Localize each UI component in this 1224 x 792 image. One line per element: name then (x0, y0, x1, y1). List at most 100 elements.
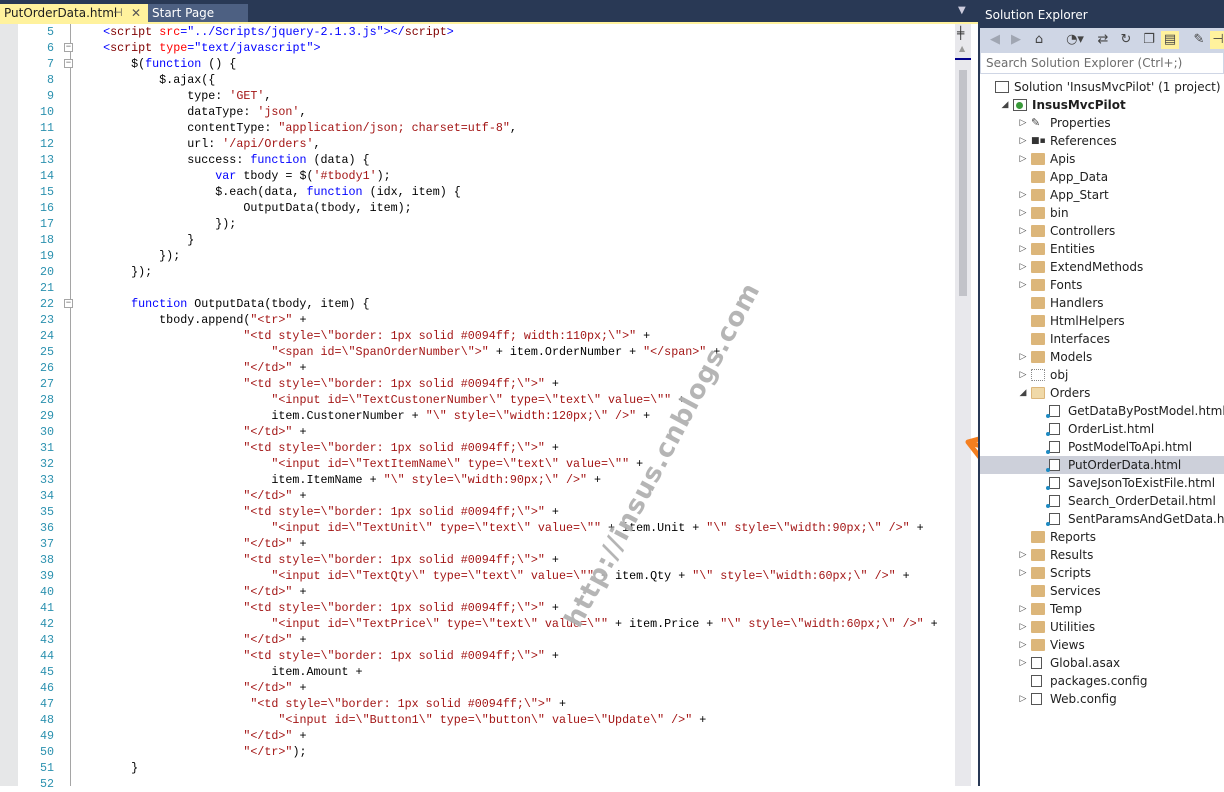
editor-vertical-scrollbar[interactable]: ╪ ▲ (955, 24, 971, 786)
line-number: 40 (39, 585, 54, 599)
tree-item[interactable]: GetDataByPostModel.html (980, 402, 1224, 420)
tree-item[interactable]: ▷ Utilities (980, 618, 1224, 636)
tree-item[interactable]: packages.config (980, 672, 1224, 690)
collapsed-arrow-icon[interactable]: ▷ (1017, 132, 1029, 150)
tree-item[interactable]: ▷ Web.config (980, 690, 1224, 708)
tree-item[interactable]: ▷ Fonts (980, 276, 1224, 294)
collapsed-arrow-icon[interactable]: ▷ (1017, 348, 1029, 366)
code-text: }); (75, 217, 237, 231)
tree-item[interactable]: ▷ Temp (980, 600, 1224, 618)
tree-item[interactable]: Services (980, 582, 1224, 600)
collapsed-arrow-icon[interactable]: ▷ (1017, 600, 1029, 618)
tree-item[interactable]: SentParamsAndGetData.html (980, 510, 1224, 528)
tree-item[interactable]: ▷ Global.asax (980, 654, 1224, 672)
collapsed-arrow-icon[interactable]: ▷ (1017, 114, 1029, 132)
folder-icon (1031, 351, 1045, 363)
code-text: $.each(data, function (idx, item) { (75, 185, 461, 199)
tab-dropdown-icon[interactable]: ▼ (958, 5, 966, 16)
folder-icon (1031, 603, 1045, 615)
caret-position-marker (955, 58, 971, 60)
tree-item[interactable]: ▷ Apis (980, 150, 1224, 168)
tree-item-label: InsusMvcPilot (1032, 98, 1126, 112)
tree-item[interactable]: Reports (980, 528, 1224, 546)
code-line: 49 "</td>" + (18, 728, 955, 744)
collapsed-arrow-icon[interactable]: ▷ (1017, 636, 1029, 654)
line-number: 47 (39, 697, 54, 711)
collapsed-arrow-icon[interactable]: ▷ (1017, 204, 1029, 222)
tree-item[interactable]: ▷ ■▪ References (980, 132, 1224, 150)
tree-item[interactable]: Handlers (980, 294, 1224, 312)
tree-item[interactable]: ◢ Orders (980, 384, 1224, 402)
tree-item[interactable]: ▷ bin (980, 204, 1224, 222)
tree-item[interactable]: PostModelToApi.html (980, 438, 1224, 456)
scroll-up-icon[interactable]: ▲ (959, 44, 965, 53)
code-text: "<td style=\"border: 1px solid #0094ff;\… (243, 505, 559, 519)
tree-item[interactable]: ▷ Views (980, 636, 1224, 654)
tree-item[interactable]: ▷ Entities (980, 240, 1224, 258)
tree-item[interactable]: HtmlHelpers (980, 312, 1224, 330)
collapsed-arrow-icon[interactable]: ▷ (1017, 240, 1029, 258)
history-icon[interactable]: ◔▾ (1062, 31, 1088, 49)
tree-item[interactable]: ▷ obj (980, 366, 1224, 384)
collapse-icon[interactable]: − (64, 59, 73, 68)
folder-icon (1031, 639, 1045, 651)
collapsed-arrow-icon[interactable]: ▷ (1017, 546, 1029, 564)
collapsed-arrow-icon[interactable]: ▷ (1017, 690, 1029, 708)
tree-item[interactable]: ▷ App_Start (980, 186, 1224, 204)
collapsed-arrow-icon[interactable]: ▷ (1017, 276, 1029, 294)
code-line: 51 } (18, 760, 955, 776)
pin-icon[interactable]: ⊣ (1210, 31, 1224, 49)
show-all-files-icon[interactable]: ▤ (1161, 31, 1179, 49)
tree-item[interactable]: ▷ Controllers (980, 222, 1224, 240)
code-line: 40 "</td>" + (18, 584, 955, 600)
tab-start-page[interactable]: Start Page (148, 4, 248, 22)
split-icon[interactable]: ╪ (957, 26, 964, 40)
code-text: type: 'GET', (75, 89, 272, 103)
tree-item[interactable]: ◢ InsusMvcPilot (980, 96, 1224, 114)
code-line: 12 url: '/api/Orders', (18, 136, 955, 152)
tree-item[interactable]: PutOrderData.html (980, 456, 1224, 474)
forward-icon[interactable]: ▶ (1007, 31, 1025, 49)
close-icon[interactable]: ✕ (131, 4, 141, 22)
scrollbar-thumb[interactable] (959, 70, 967, 296)
tree-item[interactable]: ▷ Scripts (980, 564, 1224, 582)
code-line: 13 success: function (data) { (18, 152, 955, 168)
home-icon[interactable]: ⌂ (1030, 31, 1048, 49)
tree-item[interactable]: ▷ ✎ Properties (980, 114, 1224, 132)
tree-item[interactable]: Interfaces (980, 330, 1224, 348)
code-line: 32 "<input id=\"TextItemName\" type=\"te… (18, 456, 955, 472)
collapse-icon[interactable]: − (64, 43, 73, 52)
pin-icon[interactable]: ⊣ (113, 4, 123, 22)
search-input[interactable]: Search Solution Explorer (Ctrl+;) (980, 52, 1224, 74)
collapsed-arrow-icon[interactable]: ▷ (1017, 150, 1029, 168)
collapsed-arrow-icon[interactable]: ▷ (1017, 258, 1029, 276)
collapsed-arrow-icon[interactable]: ▷ (1017, 618, 1029, 636)
line-number: 49 (39, 729, 54, 743)
tree-item-label: Properties (1050, 116, 1111, 130)
code-area[interactable]: 5 <script src="../Scripts/jquery-2.1.3.j… (18, 24, 955, 792)
tree-item[interactable]: Solution 'InsusMvcPilot' (1 project) (980, 78, 1224, 96)
tree-item[interactable]: ▷ Results (980, 546, 1224, 564)
tree-item[interactable]: Search_OrderDetail.html (980, 492, 1224, 510)
tab-putorderdata[interactable]: PutOrderData.html ⊣ ✕ (0, 4, 148, 22)
tree-item[interactable]: App_Data (980, 168, 1224, 186)
collapsed-arrow-icon[interactable]: ▷ (1017, 366, 1029, 384)
tree-item[interactable]: ▷ Models (980, 348, 1224, 366)
sync-icon[interactable]: ⇄ (1094, 31, 1112, 49)
properties-wrench-icon[interactable]: ✎ (1190, 31, 1208, 49)
collapsed-arrow-icon[interactable]: ▷ (1017, 654, 1029, 672)
refresh-icon[interactable]: ↻ (1117, 31, 1135, 49)
line-number: 32 (39, 457, 54, 471)
tree-item[interactable]: OrderList.html (980, 420, 1224, 438)
collapse-all-icon[interactable]: ❐ (1140, 31, 1158, 49)
collapsed-arrow-icon[interactable]: ▷ (1017, 222, 1029, 240)
collapsed-arrow-icon[interactable]: ▷ (1017, 564, 1029, 582)
tree-item[interactable]: SaveJsonToExistFile.html (980, 474, 1224, 492)
collapsed-arrow-icon[interactable]: ▷ (1017, 186, 1029, 204)
expanded-arrow-icon[interactable]: ◢ (999, 96, 1011, 114)
collapse-icon[interactable]: − (64, 299, 73, 308)
back-icon[interactable]: ◀ (986, 31, 1004, 49)
tree-item[interactable]: ▷ ExtendMethods (980, 258, 1224, 276)
expanded-arrow-icon[interactable]: ◢ (1017, 384, 1029, 402)
code-line: 6 − <script type="text/javascript"> (18, 40, 955, 56)
